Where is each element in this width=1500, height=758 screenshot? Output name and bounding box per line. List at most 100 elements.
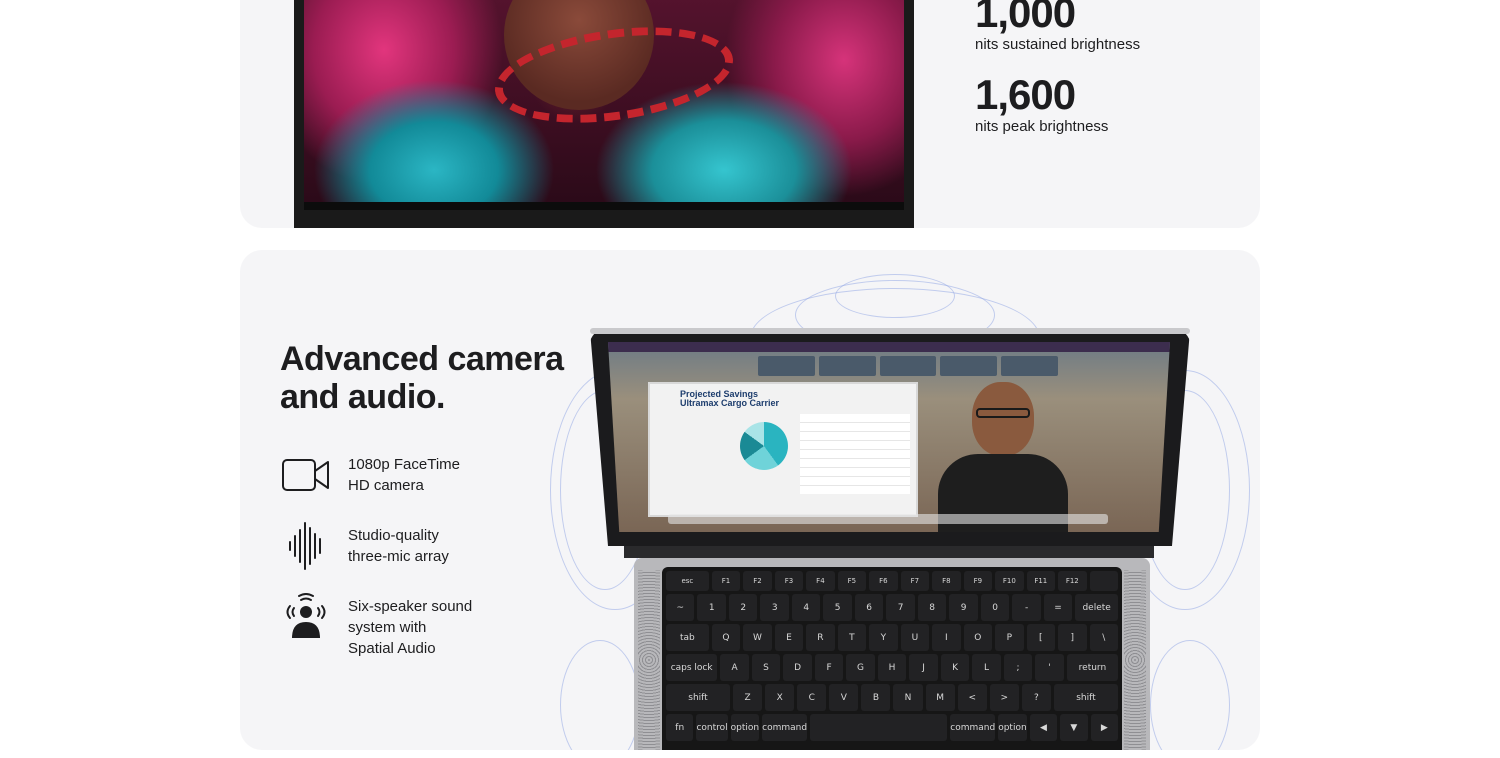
key: ? bbox=[1021, 684, 1051, 711]
laptop-hinge bbox=[624, 546, 1154, 558]
audio-wave-ring bbox=[560, 640, 640, 750]
video-camera-icon bbox=[280, 452, 332, 498]
key: A bbox=[720, 654, 749, 681]
key: L bbox=[972, 654, 1001, 681]
key: 4 bbox=[791, 594, 821, 621]
key: F7 bbox=[900, 571, 930, 591]
camera-audio-card: Advanced camera and audio. 1080p FaceTim… bbox=[240, 250, 1260, 750]
feature-line: Spatial Audio bbox=[348, 640, 436, 657]
key: caps lock bbox=[666, 654, 718, 681]
arrow-right-key: ▶ bbox=[1090, 714, 1119, 741]
key: G bbox=[846, 654, 875, 681]
key: Z bbox=[733, 684, 763, 711]
key: [ bbox=[1026, 624, 1056, 651]
key-row-a: caps lock A S D F G H J K L ; ' return bbox=[666, 654, 1119, 681]
headline-line: Advanced camera bbox=[280, 340, 564, 378]
stat-value: 1,600 bbox=[975, 71, 1076, 118]
key: command bbox=[950, 714, 996, 741]
speaker-grille-left bbox=[638, 570, 660, 750]
key: S bbox=[751, 654, 781, 681]
key: option bbox=[998, 714, 1027, 741]
key: B bbox=[861, 684, 891, 711]
speaker-grille-right bbox=[1124, 570, 1146, 750]
key: X bbox=[765, 684, 795, 711]
key: F6 bbox=[869, 571, 898, 591]
key: 7 bbox=[886, 594, 915, 621]
feature-line: three-mic array bbox=[348, 548, 449, 565]
key: F3 bbox=[774, 571, 804, 591]
key: = bbox=[1043, 594, 1073, 621]
key: Y bbox=[869, 624, 898, 651]
stat-peak: 1,600 nits peak brightness bbox=[975, 72, 1140, 136]
key: ~ bbox=[666, 594, 695, 621]
feature-line: HD camera bbox=[348, 477, 424, 494]
display-card: 1,000 nits sustained brightness 1,600 ni… bbox=[240, 0, 1260, 228]
key: option bbox=[730, 714, 760, 741]
key: F1 bbox=[711, 571, 741, 591]
key: > bbox=[989, 684, 1019, 711]
key: K bbox=[940, 654, 970, 681]
key: F10 bbox=[995, 571, 1024, 591]
key: shift bbox=[666, 684, 731, 711]
slide-pie-chart bbox=[740, 422, 788, 470]
feature-text: 1080p FaceTime HD camera bbox=[348, 454, 548, 496]
key: ] bbox=[1058, 624, 1087, 651]
key: D bbox=[783, 654, 812, 681]
key: O bbox=[963, 624, 993, 651]
display-image bbox=[294, 0, 914, 228]
key: control bbox=[696, 714, 728, 741]
spatial-audio-person-icon bbox=[280, 593, 332, 640]
key: F2 bbox=[743, 571, 772, 591]
key: P bbox=[995, 624, 1024, 651]
key: ' bbox=[1035, 654, 1064, 681]
key: command bbox=[762, 714, 808, 741]
key: 5 bbox=[823, 594, 852, 621]
stat-label: nits sustained brightness bbox=[975, 36, 1141, 53]
key: 1 bbox=[697, 594, 726, 621]
spacebar-key bbox=[810, 714, 948, 741]
participant-tile bbox=[940, 356, 998, 376]
key-row-bottom: fn control option command command option… bbox=[666, 714, 1119, 741]
keyboard: esc F1 F2 F3 F4 F5 F6 F7 F8 F9 F10 F11 F… bbox=[662, 567, 1122, 750]
key: R bbox=[806, 624, 835, 651]
key: J bbox=[909, 654, 938, 681]
slide-title-line: Ultramax Cargo Carrier bbox=[680, 398, 780, 408]
page: 1,000 nits sustained brightness 1,600 ni… bbox=[0, 0, 1500, 758]
key: W bbox=[743, 624, 772, 651]
key: shift bbox=[1053, 684, 1118, 711]
stat-label: nits peak brightness bbox=[975, 118, 1109, 135]
feature-line: 1080p FaceTime bbox=[348, 456, 461, 473]
facetime-caller bbox=[938, 382, 1068, 532]
stat-value: 1,000 bbox=[975, 0, 1076, 36]
key: N bbox=[893, 684, 923, 711]
participant-tile bbox=[818, 356, 876, 376]
feature-text: Six-speaker sound system with Spatial Au… bbox=[348, 596, 548, 659]
key: C bbox=[797, 684, 827, 711]
key-row-q: tab Q W E R T Y U I O P [ ] \ bbox=[666, 624, 1119, 651]
macbook-illustration: Projected Savings Ultramax Cargo Carrier bbox=[550, 270, 1250, 750]
stat-sustained: 1,000 nits sustained brightness bbox=[975, 0, 1140, 54]
key: V bbox=[829, 684, 859, 711]
touch-id-key bbox=[1089, 571, 1119, 591]
key: I bbox=[932, 624, 961, 651]
key: Q bbox=[711, 624, 741, 651]
arrow-down-key: ▼ bbox=[1060, 714, 1088, 741]
slide-title: Projected Savings Ultramax Cargo Carrier bbox=[680, 390, 779, 408]
key: < bbox=[957, 684, 987, 711]
key: U bbox=[900, 624, 930, 651]
presentation-slide: Projected Savings Ultramax Cargo Carrier bbox=[648, 382, 918, 517]
key: ; bbox=[1003, 654, 1033, 681]
laptop-screen: Projected Savings Ultramax Cargo Carrier bbox=[608, 342, 1170, 532]
microphone-waveform-icon bbox=[280, 522, 332, 570]
laptop-lid-edge bbox=[590, 328, 1190, 334]
key: 3 bbox=[760, 594, 789, 621]
key: F4 bbox=[806, 571, 835, 591]
key: F9 bbox=[963, 571, 993, 591]
feature-line: Studio-quality bbox=[348, 527, 439, 544]
key: return bbox=[1066, 654, 1119, 681]
key: F8 bbox=[932, 571, 961, 591]
dock bbox=[668, 514, 1108, 524]
key: - bbox=[1012, 594, 1041, 621]
caller-glasses bbox=[976, 408, 1030, 418]
key: 0 bbox=[980, 594, 1010, 621]
